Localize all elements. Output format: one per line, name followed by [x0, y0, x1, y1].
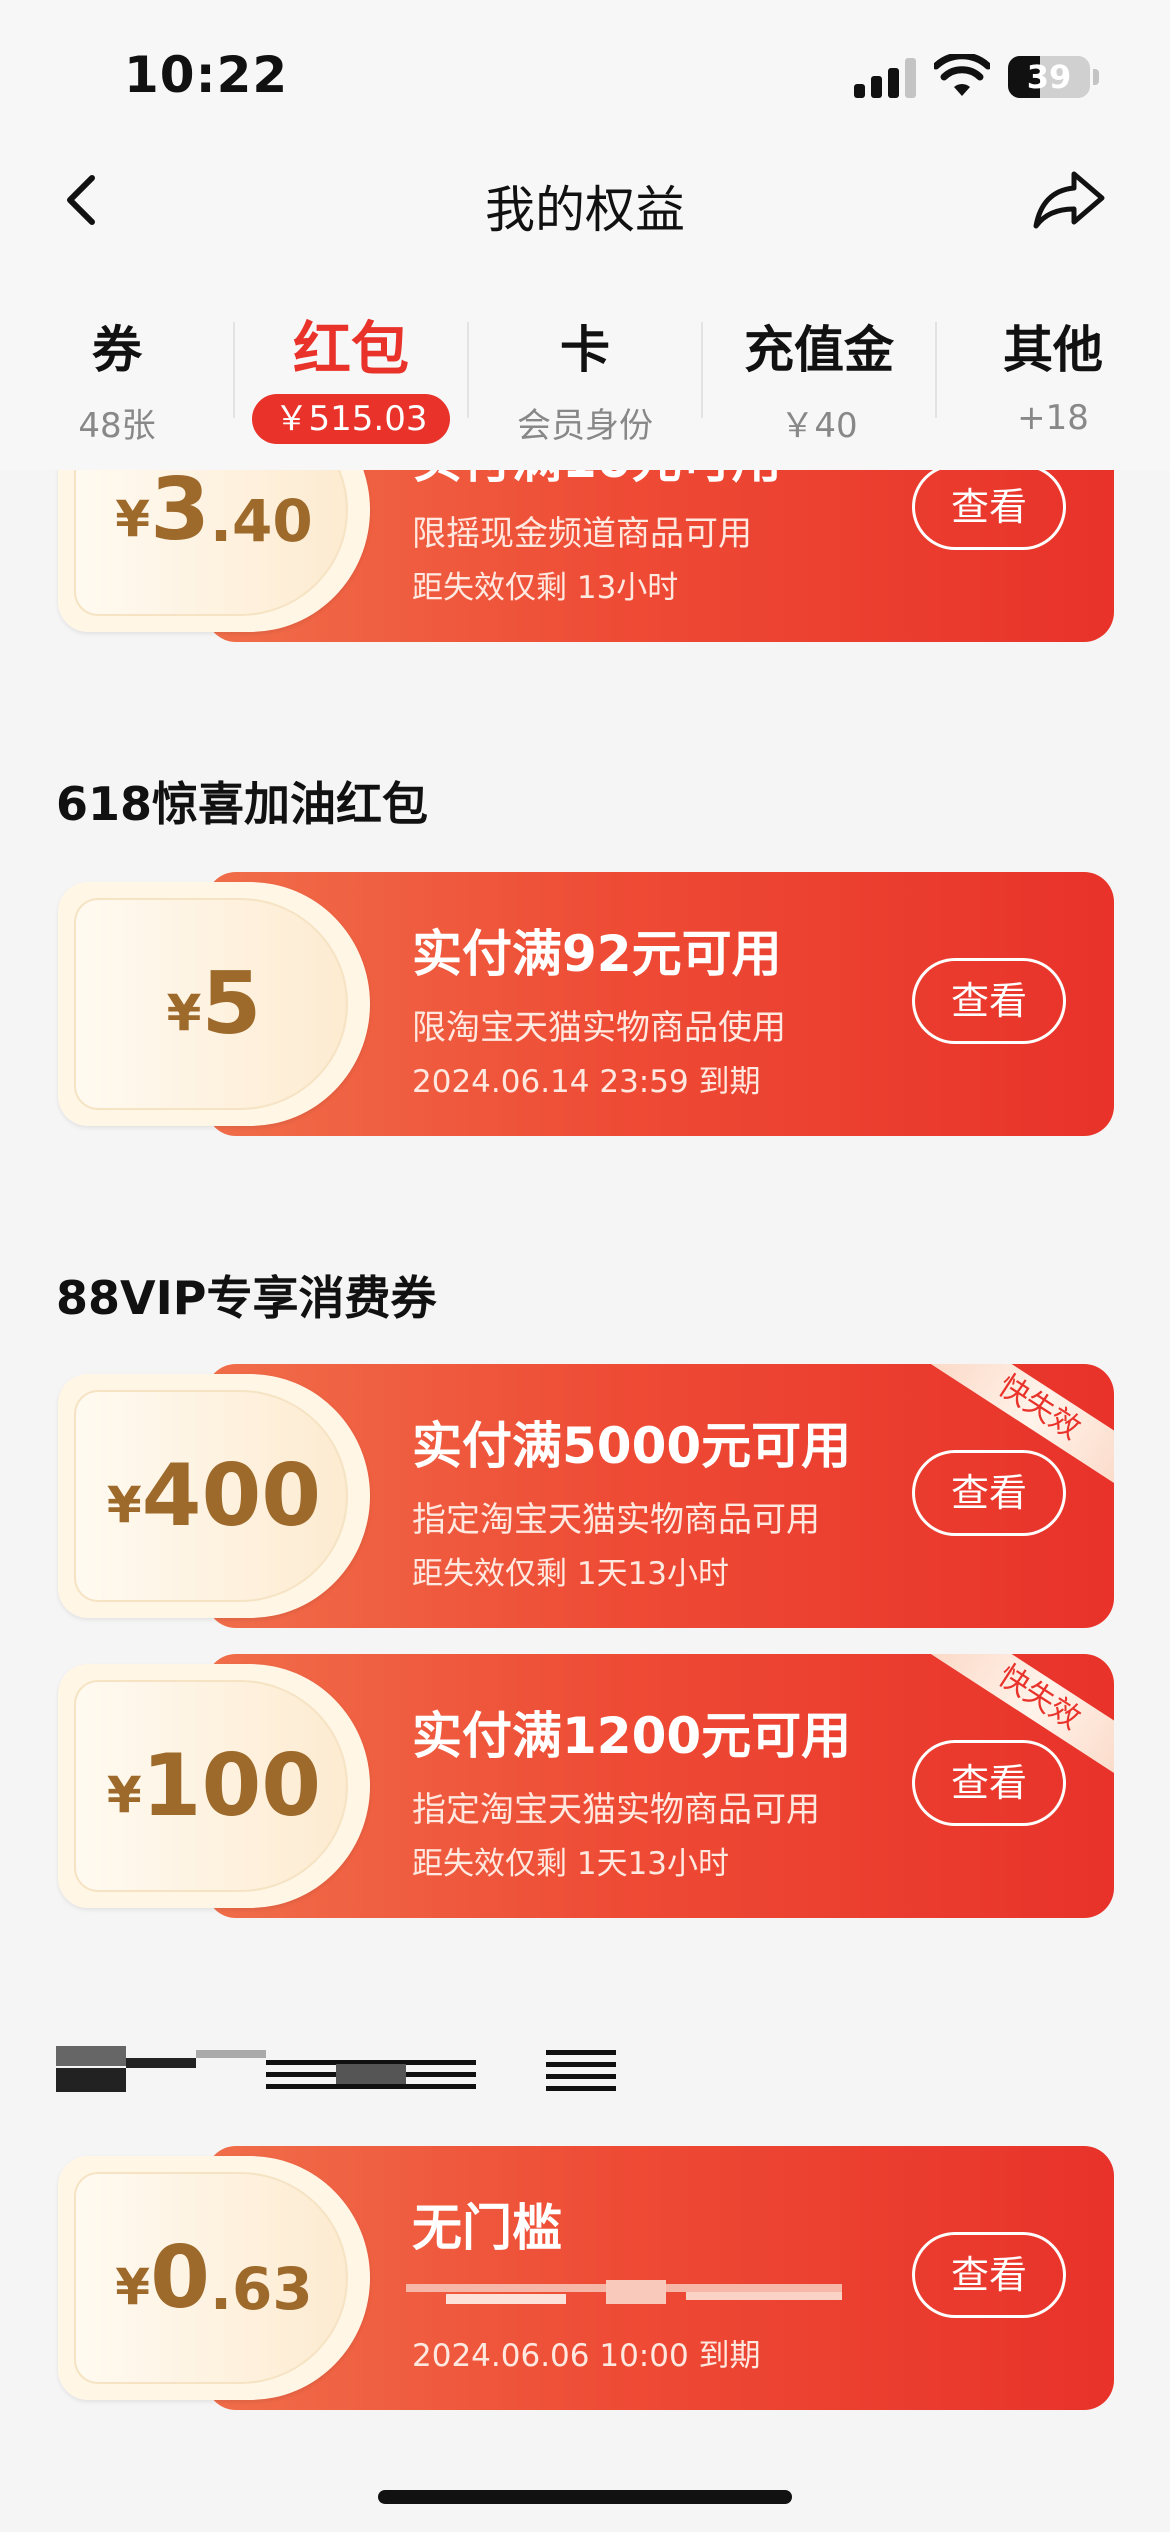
- coupon-expiry: 距失效仅剩 1天13小时: [412, 1846, 730, 1882]
- coupon-card[interactable]: ¥0.63 无门槛 2024.06.06 10:00 到期 查看: [58, 2146, 1114, 2410]
- nav-header: 我的权益: [0, 140, 1170, 260]
- tab-sub: +18: [1017, 398, 1089, 438]
- tab-coupons[interactable]: 券 48张: [0, 260, 234, 470]
- share-arrow-icon[interactable]: [1032, 168, 1106, 232]
- coupon-title: 实付满92元可用: [412, 925, 782, 983]
- coupon-title: 无门槛: [412, 2199, 562, 2257]
- tab-bar: 券 48张 红包 ￥515.03 卡 会员身份 充值金 ￥40 其他 +18: [0, 260, 1170, 470]
- tab-label: 券: [92, 321, 142, 379]
- battery-tip: [1093, 69, 1099, 85]
- tab-sub-badge: ￥515.03: [252, 394, 450, 444]
- tab-label: 红包: [292, 315, 409, 383]
- coupon-amount: ¥400: [106, 1446, 322, 1546]
- view-button[interactable]: 查看: [912, 1740, 1066, 1826]
- tab-sub: 48张: [78, 406, 156, 446]
- coupon-card[interactable]: ¥3.40 实付满10元可用 限摇现金频道商品可用 距失效仅剩 13小时 查看: [58, 470, 1114, 642]
- coupon-desc: 限淘宝天猫实物商品使用: [412, 1008, 786, 1048]
- coupon-expiry: 距失效仅剩 13小时: [412, 570, 679, 606]
- section-title: 88VIP专享消费券: [56, 1271, 437, 1325]
- tab-sub: ￥40: [780, 406, 858, 446]
- redacted-coupon-desc: [406, 2278, 842, 2314]
- tab-recharge[interactable]: 充值金 ￥40: [702, 260, 936, 470]
- view-button[interactable]: 查看: [912, 1450, 1066, 1536]
- coupon-title: 实付满5000元可用: [412, 1417, 852, 1475]
- tab-label: 充值金: [744, 321, 894, 379]
- cellular-signal-icon: [854, 58, 916, 98]
- coupon-amount: ¥5: [166, 954, 262, 1054]
- coupon-amount: ¥0.63: [115, 2228, 313, 2328]
- tab-label: 其他: [1003, 321, 1103, 379]
- tab-cards[interactable]: 卡 会员身份: [468, 260, 702, 470]
- coupon-amount: ¥3.40: [115, 470, 313, 560]
- coupon-card[interactable]: ¥5 实付满92元可用 限淘宝天猫实物商品使用 2024.06.14 23:59…: [58, 872, 1114, 1136]
- battery-icon: 39: [1008, 56, 1090, 98]
- coupon-desc: 指定淘宝天猫实物商品可用: [412, 1790, 820, 1830]
- coupon-expiry: 距失效仅剩 1天13小时: [412, 1556, 730, 1592]
- coupon-desc: 限摇现金频道商品可用: [412, 514, 752, 554]
- redacted-section-title: [56, 2046, 616, 2096]
- battery-percent: 39: [1026, 58, 1072, 96]
- tab-red-packets[interactable]: 红包 ￥515.03: [234, 260, 468, 470]
- page-title: 我的权益: [485, 181, 685, 239]
- status-bar: 10:22 39: [0, 0, 1170, 140]
- view-button[interactable]: 查看: [912, 470, 1066, 550]
- coupon-amount: ¥100: [106, 1736, 322, 1836]
- clipped-coupon-area: ¥3.40 实付满10元可用 限摇现金频道商品可用 距失效仅剩 13小时 查看: [0, 470, 1170, 650]
- coupon-expiry: 2024.06.06 10:00 到期: [412, 2338, 761, 2374]
- coupon-desc: 指定淘宝天猫实物商品可用: [412, 1500, 820, 1540]
- view-button[interactable]: 查看: [912, 2232, 1066, 2318]
- section-title: 618惊喜加油红包: [56, 777, 429, 831]
- coupon-title: 实付满1200元可用: [412, 1707, 852, 1765]
- home-indicator[interactable]: [378, 2490, 792, 2504]
- coupon-expiry: 2024.06.14 23:59 到期: [412, 1064, 761, 1100]
- wifi-icon: [934, 54, 990, 96]
- coupon-card[interactable]: 快失效 ¥100 实付满1200元可用 指定淘宝天猫实物商品可用 距失效仅剩 1…: [58, 1654, 1114, 1918]
- tab-label: 卡: [560, 321, 610, 379]
- tab-other[interactable]: 其他 +18: [936, 260, 1170, 470]
- tab-sub: 会员身份: [517, 406, 653, 446]
- view-button[interactable]: 查看: [912, 958, 1066, 1044]
- coupon-title: 实付满10元可用: [412, 470, 782, 492]
- status-time: 10:22: [124, 46, 289, 104]
- coupon-card[interactable]: 快失效 ¥400 实付满5000元可用 指定淘宝天猫实物商品可用 距失效仅剩 1…: [58, 1364, 1114, 1628]
